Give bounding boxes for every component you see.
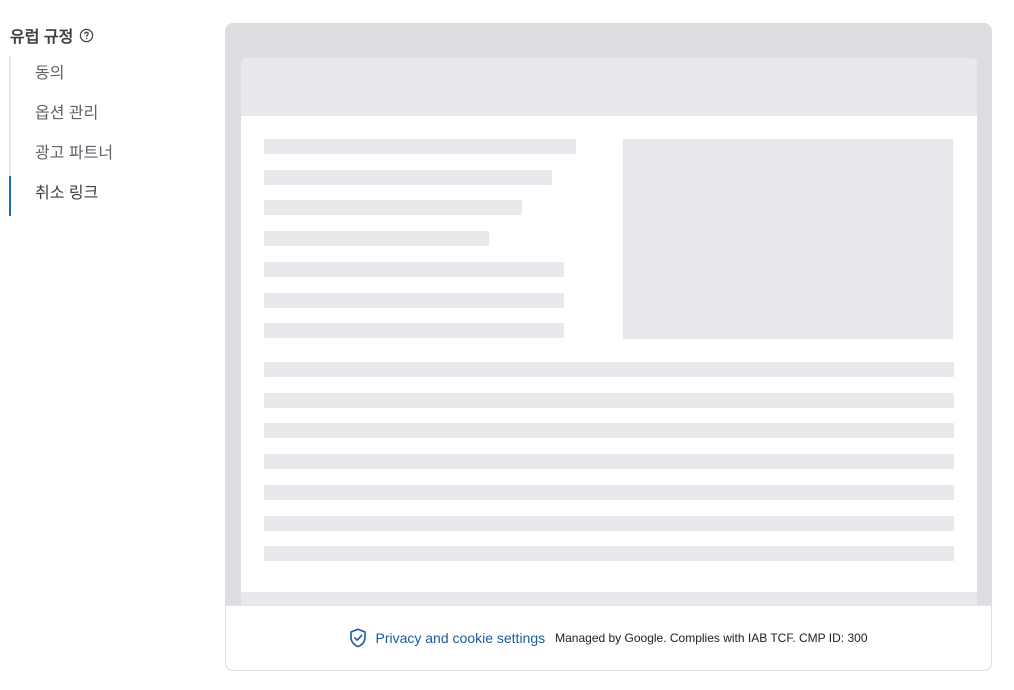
sidebar-nav: 동의 옵션 관리 광고 파트너 취소 링크 xyxy=(9,56,201,216)
text-line-placeholder xyxy=(264,362,954,377)
preview-header-placeholder xyxy=(241,58,977,116)
sidebar-item-consent[interactable]: 동의 xyxy=(11,56,201,96)
text-line-placeholder xyxy=(264,262,564,277)
consent-bar: Privacy and cookie settings Managed by G… xyxy=(226,605,991,670)
text-line-placeholder xyxy=(264,323,564,338)
help-icon[interactable] xyxy=(79,28,94,43)
shield-check-icon xyxy=(349,628,367,648)
image-placeholder xyxy=(623,139,953,339)
page-preview-card: Privacy and cookie settings Managed by G… xyxy=(225,23,992,671)
privacy-cookie-settings-link[interactable]: Privacy and cookie settings xyxy=(375,630,545,646)
sidebar: 유럽 규정 동의 옵션 관리 광고 파트너 취소 링크 xyxy=(0,0,210,690)
text-line-placeholder xyxy=(264,231,489,246)
text-line-placeholder xyxy=(264,200,522,215)
text-line-placeholder xyxy=(264,516,954,531)
preview-page xyxy=(241,58,977,618)
text-line-placeholder xyxy=(264,139,576,154)
sidebar-item-ad-partners[interactable]: 광고 파트너 xyxy=(11,136,201,176)
sidebar-item-manage-options[interactable]: 옵션 관리 xyxy=(11,96,201,136)
text-line-placeholder xyxy=(264,393,954,408)
managed-by-text: Managed by Google. Complies with IAB TCF… xyxy=(555,631,868,645)
sidebar-item-label: 취소 링크 xyxy=(35,185,99,202)
text-line-placeholder xyxy=(264,423,954,438)
text-line-placeholder xyxy=(264,170,552,185)
text-line-placeholder xyxy=(264,293,564,308)
text-line-placeholder xyxy=(264,454,954,469)
sidebar-item-label: 동의 xyxy=(35,65,65,82)
sidebar-item-revocation-link[interactable]: 취소 링크 xyxy=(9,176,201,216)
sidebar-title: 유럽 규정 xyxy=(10,23,94,47)
text-line-placeholder xyxy=(264,485,954,500)
sidebar-item-label: 옵션 관리 xyxy=(35,105,99,122)
text-line-placeholder xyxy=(264,546,954,561)
sidebar-item-label: 광고 파트너 xyxy=(35,145,114,162)
sidebar-title-text: 유럽 규정 xyxy=(10,29,74,46)
